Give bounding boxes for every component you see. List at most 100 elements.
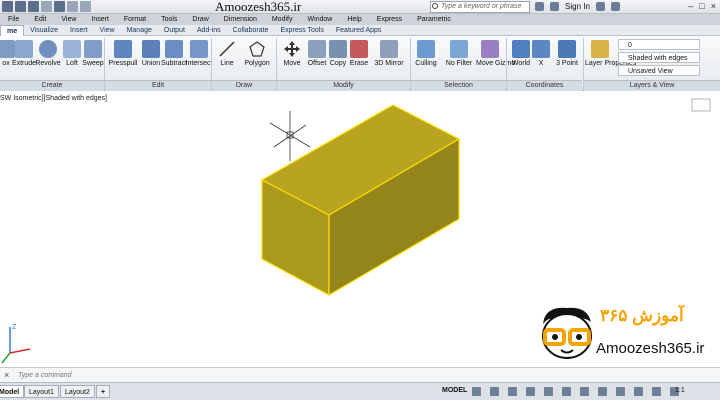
menu-modify[interactable]: Modify	[272, 16, 293, 23]
exchange-icon[interactable]	[595, 2, 605, 11]
intersect-icon	[190, 40, 208, 58]
tab-manage[interactable]: Manage	[121, 25, 158, 36]
3d-box-solid[interactable]	[260, 104, 461, 297]
layer-dropdown[interactable]: 0	[618, 39, 700, 50]
tab-view[interactable]: View	[94, 25, 121, 36]
print-icon[interactable]	[54, 1, 65, 12]
open-icon[interactable]	[15, 1, 26, 12]
user-icon[interactable]	[550, 2, 559, 11]
draw-panel-label[interactable]: Draw	[212, 80, 276, 91]
isodraft-icon[interactable]	[544, 387, 553, 396]
search-input[interactable]: Type a keyword or phrase	[430, 1, 530, 13]
add-layout-button[interactable]: +	[96, 385, 111, 398]
presspull-button[interactable]: Presspull	[108, 40, 138, 67]
grid-icon[interactable]	[472, 387, 481, 396]
subtract-button[interactable]: Subtract	[160, 40, 188, 67]
menu-help[interactable]: Help	[347, 16, 361, 23]
menu-window[interactable]: Window	[307, 16, 332, 23]
window-controls: – □ ×	[688, 1, 716, 11]
extrude-icon	[15, 40, 33, 58]
3d-mirror-button[interactable]: 3D Mirror	[374, 40, 404, 67]
ucs-3point-button[interactable]: 3 Point	[552, 40, 582, 67]
ortho-icon[interactable]	[508, 387, 517, 396]
selection-panel-label[interactable]: Selection	[411, 80, 506, 91]
layers-icon	[591, 40, 609, 58]
presspull-icon	[114, 40, 132, 58]
edit-panel-label[interactable]: Edit	[105, 80, 211, 91]
ucs-x-button[interactable]: X	[527, 40, 555, 67]
sweep-button[interactable]: Sweep	[79, 40, 107, 67]
annotation-scale[interactable]: 1:1	[675, 387, 685, 394]
tab-add-ins[interactable]: Add-ins	[191, 25, 227, 36]
move-button[interactable]: Move	[278, 40, 306, 67]
redo-icon[interactable]	[80, 1, 91, 12]
move-gizmo-button[interactable]: Move Gizmo	[476, 40, 515, 67]
layer-properties-button[interactable]: Layer Properties	[585, 40, 636, 67]
tab-insert[interactable]: Insert	[64, 25, 94, 36]
tab-home[interactable]: me	[0, 24, 25, 36]
intersect-button[interactable]: Intersect	[185, 40, 213, 67]
menu-insert[interactable]: Insert	[91, 16, 109, 23]
erase-button[interactable]: Erase	[345, 40, 373, 67]
menu-dimension[interactable]: Dimension	[224, 16, 257, 23]
window-title: Amoozesh365.ir	[215, 0, 302, 14]
save-icon[interactable]	[28, 1, 39, 12]
snap-icon[interactable]	[490, 387, 499, 396]
logo-persian-text: آموزش ۳۶۵	[600, 306, 684, 325]
title-icons: Sign In	[535, 2, 620, 11]
help-icon[interactable]	[610, 2, 620, 11]
osnap-icon[interactable]	[562, 387, 571, 396]
minimize-icon[interactable]: –	[688, 1, 693, 11]
menu-format[interactable]: Format	[124, 16, 146, 23]
tab-visualize[interactable]: Visualize	[24, 25, 64, 36]
ucs-3point-icon	[558, 40, 576, 58]
save-as-icon[interactable]	[41, 1, 52, 12]
model-space-toggle[interactable]: MODEL	[442, 387, 467, 394]
undo-icon[interactable]	[67, 1, 78, 12]
menu-edit[interactable]: Edit	[34, 16, 46, 23]
menu-express[interactable]: Express	[377, 16, 402, 23]
menu-tools[interactable]: Tools	[161, 16, 177, 23]
menu-parametric[interactable]: Parametric	[417, 16, 451, 23]
menu-draw[interactable]: Draw	[192, 16, 208, 23]
polar-icon[interactable]	[526, 387, 535, 396]
command-line: × Type a command	[0, 367, 720, 382]
subtract-icon	[165, 40, 183, 58]
modify-panel-label[interactable]: Modify	[277, 80, 410, 91]
tab-output[interactable]: Output	[158, 25, 191, 36]
create-panel-label[interactable]: Create	[0, 80, 104, 91]
line-icon	[218, 40, 236, 58]
annotation-icon[interactable]	[634, 387, 643, 396]
tab-layout1[interactable]: Layout1	[24, 385, 59, 398]
sweep-icon	[84, 40, 102, 58]
named-view-dropdown[interactable]: Unsaved View	[618, 65, 700, 76]
culling-icon	[417, 40, 435, 58]
no-filter-button[interactable]: No Filter	[443, 40, 475, 67]
workspace-icon[interactable]	[652, 387, 661, 396]
tab-layout2[interactable]: Layout2	[60, 385, 95, 398]
culling-button[interactable]: Culling	[412, 40, 440, 67]
close-icon[interactable]: ×	[711, 1, 716, 11]
binoculars-icon[interactable]	[535, 2, 544, 11]
coordinates-panel-label[interactable]: Coordinates	[507, 80, 582, 91]
line-button[interactable]: Line	[213, 40, 241, 67]
tab-model[interactable]: Model	[0, 385, 25, 398]
tab-express-tools[interactable]: Express Tools	[274, 25, 329, 36]
otrack-icon[interactable]	[580, 387, 589, 396]
maximize-icon[interactable]: □	[699, 1, 704, 11]
viewcube-icon[interactable]	[691, 98, 711, 112]
close-command-icon[interactable]: ×	[4, 370, 9, 380]
tab-featured-apps[interactable]: Featured Apps	[330, 25, 388, 36]
selection-cycling-icon[interactable]	[616, 387, 625, 396]
visual-style-dropdown[interactable]: Shaded with edges	[618, 52, 700, 63]
command-input[interactable]: Type a command	[18, 370, 618, 381]
new-icon[interactable]	[2, 1, 13, 12]
tab-collaborate[interactable]: Collaborate	[227, 25, 275, 36]
sign-in-button[interactable]: Sign In	[565, 2, 590, 11]
crosshair-cursor	[269, 111, 311, 161]
menu-view[interactable]: View	[61, 16, 76, 23]
polygon-button[interactable]: Polygon	[243, 40, 271, 67]
menu-file[interactable]: File	[8, 16, 19, 23]
lineweight-icon[interactable]	[598, 387, 607, 396]
layers-view-panel-label[interactable]: Layers & View	[584, 80, 720, 91]
